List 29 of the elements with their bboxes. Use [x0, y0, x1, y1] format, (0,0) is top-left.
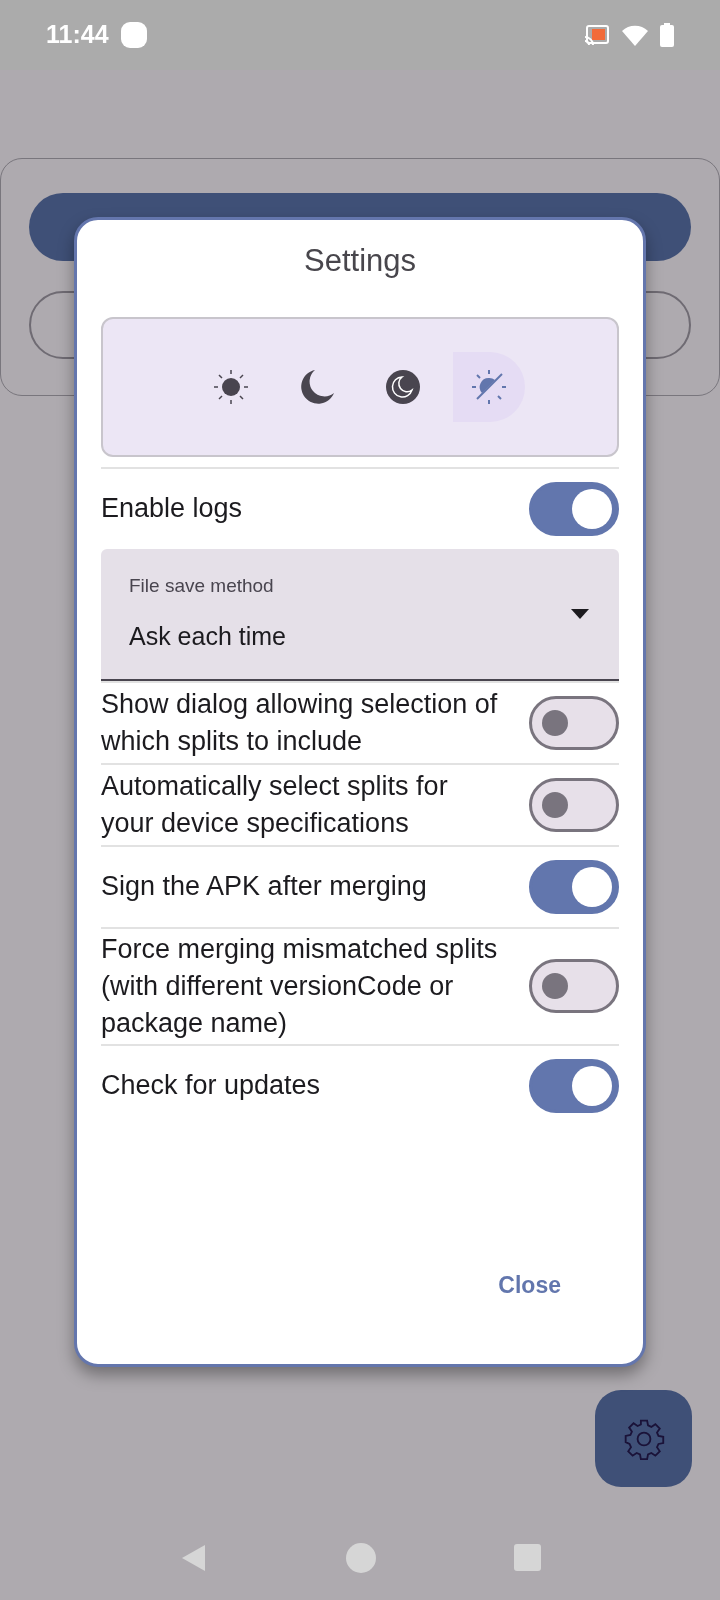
toggle-switch[interactable]	[529, 777, 619, 832]
setting-label: Sign the APK after merging	[101, 870, 428, 903]
field-label: File save method	[129, 573, 275, 598]
toggle-switch[interactable]	[529, 859, 619, 914]
toggle-switch[interactable]	[529, 1058, 619, 1113]
half-sun-icon	[471, 368, 507, 405]
status-time: 11:44	[46, 19, 109, 51]
dropdown-caret-icon	[571, 608, 589, 619]
settings-fab[interactable]	[595, 1390, 692, 1487]
moon-icon	[299, 368, 335, 405]
sun-icon	[213, 368, 249, 405]
setting-label: Check for updates	[101, 1069, 322, 1102]
setting-label: Show dialog allowing selection of which splits to include	[101, 687, 499, 758]
cast-icon	[584, 24, 610, 46]
dialog-title: Settings	[303, 242, 417, 280]
field-value: Ask each time	[129, 621, 287, 652]
battery-icon	[660, 23, 674, 47]
toggle-switch[interactable]	[529, 695, 619, 750]
toggle-switch[interactable]	[529, 959, 619, 1013]
toggle-switch[interactable]	[529, 481, 619, 536]
dropdown-field[interactable]: File save method Ask each time	[101, 548, 619, 681]
close-button[interactable]: Close	[490, 1260, 569, 1311]
notification-icon	[120, 22, 147, 48]
setting-label: Enable logs	[101, 492, 244, 525]
wifi-icon	[622, 24, 648, 46]
setting-label: Force merging mismatched splits (with different versionCode or package name)	[101, 932, 499, 1040]
setting-label: Automatically select splits for your device specifications	[101, 769, 449, 840]
theme-option[interactable]	[453, 351, 525, 422]
moon-circle-icon	[385, 368, 421, 405]
